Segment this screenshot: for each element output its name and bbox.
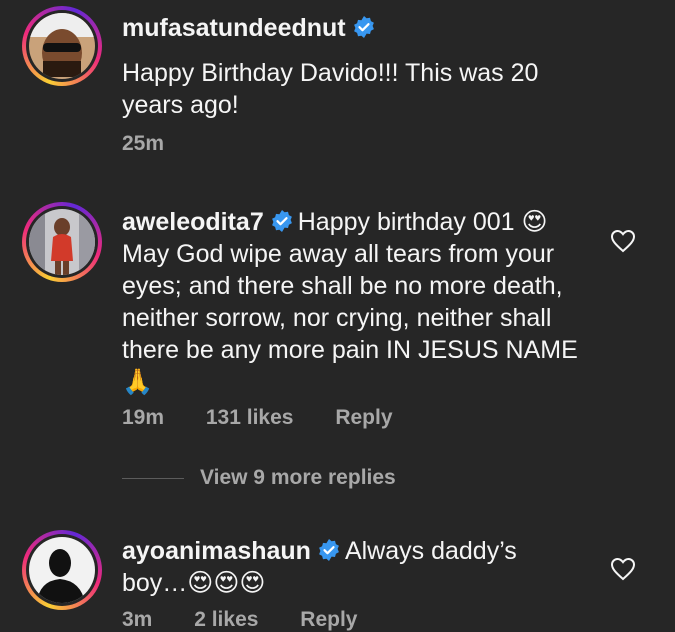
comment-username[interactable]: ayoanimashaun bbox=[122, 537, 311, 565]
replies-divider bbox=[122, 477, 184, 479]
avatar-ring-1[interactable] bbox=[22, 6, 102, 86]
view-more-replies-label[interactable]: View 9 more replies bbox=[200, 466, 396, 490]
comment-time: 25m bbox=[122, 132, 165, 155]
comment-username[interactable]: aweleodita7 bbox=[122, 208, 264, 236]
avatar-ayoanimashaun[interactable] bbox=[29, 537, 95, 603]
verified-badge-icon bbox=[319, 539, 339, 561]
comment-text: Happy birthday 001 😍 May God wipe away a… bbox=[122, 208, 578, 396]
reply-button[interactable]: Reply bbox=[335, 406, 392, 429]
comment-username[interactable]: mufasatundeednut bbox=[122, 14, 346, 42]
avatar-ring-3[interactable] bbox=[22, 530, 102, 610]
comment-likes[interactable]: 131 likes bbox=[206, 406, 294, 429]
avatar-aweleodita7[interactable] bbox=[29, 209, 95, 275]
view-more-replies[interactable]: View 9 more replies bbox=[122, 466, 396, 490]
comment-time: 3m bbox=[122, 608, 153, 631]
avatar-ring-2[interactable] bbox=[22, 202, 102, 282]
verified-badge-icon bbox=[353, 16, 374, 38]
comment-likes[interactable]: 2 likes bbox=[194, 608, 258, 631]
verified-badge-icon bbox=[271, 210, 292, 232]
heart-icon[interactable] bbox=[610, 557, 636, 581]
reply-button[interactable]: Reply bbox=[300, 608, 357, 631]
heart-icon[interactable] bbox=[610, 229, 636, 253]
comment-time: 19m bbox=[122, 406, 165, 429]
comment-text: Happy Birthday Davido!!! This was 20 yea… bbox=[122, 59, 539, 119]
avatar-mufasatundeednut[interactable] bbox=[29, 13, 95, 79]
